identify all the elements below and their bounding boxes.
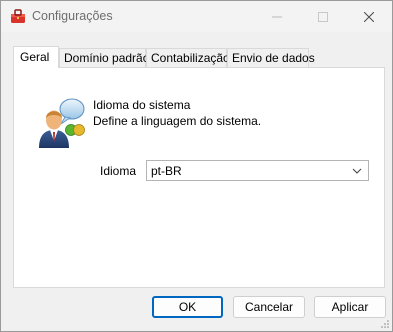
resize-grip-icon[interactable] [380,319,390,329]
toolbox-icon [11,9,25,23]
maximize-button[interactable] [300,1,346,32]
close-icon [364,11,374,22]
chevron-down-icon [352,168,362,174]
close-button[interactable] [346,1,392,32]
title-bar[interactable]: Configurações [1,1,392,32]
language-label: Idioma [100,164,137,178]
minimize-icon [272,16,282,17]
cancel-button[interactable]: Cancelar [233,296,305,318]
apply-button[interactable]: Aplicar [314,296,386,318]
tab-envio-de-dados[interactable]: Envio de dados [227,48,315,67]
tab-geral[interactable]: Geral [13,46,59,68]
ok-button[interactable]: OK [152,296,223,318]
window-title: Configurações [32,9,113,23]
tab-dominio-padrao[interactable]: Domínio padrão [59,48,149,67]
language-select[interactable]: pt-BR [146,160,369,181]
language-value: pt-BR [151,164,182,178]
minimize-button[interactable] [254,1,300,32]
section-description: Define a linguagem do sistema. [93,114,262,128]
maximize-icon [318,11,328,22]
user-speech-bubble-icon [39,98,85,148]
section-title: Idioma do sistema [93,98,191,112]
tab-contabilizacao[interactable]: Contabilização [146,48,230,67]
settings-dialog: Configurações Geral Domínio padrão Conta… [0,0,393,332]
